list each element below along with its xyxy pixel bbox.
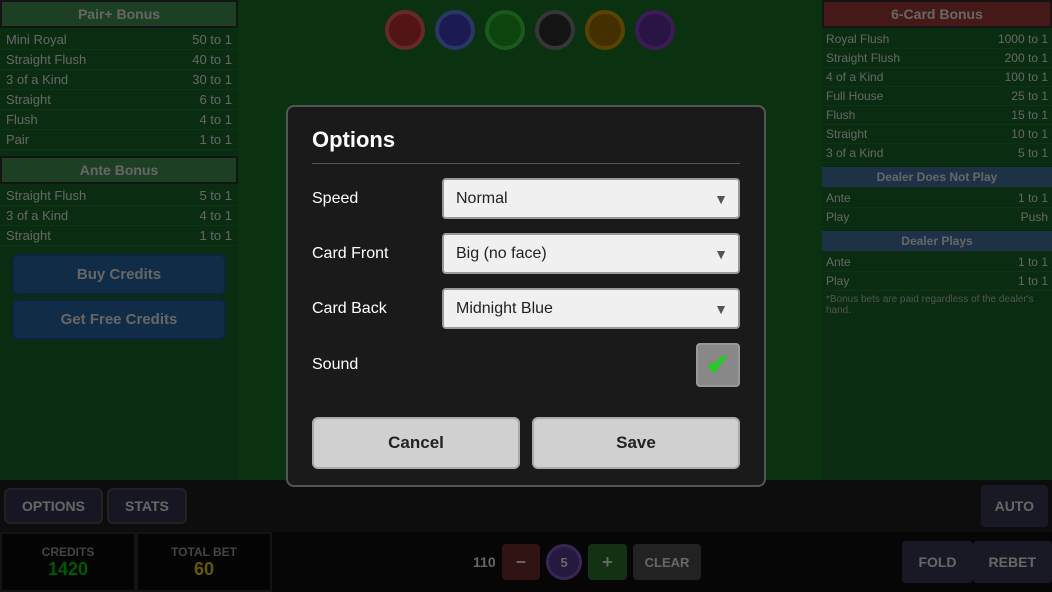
sound-checkbox[interactable]: ✔ [696,343,740,387]
modal-title: Options [312,127,740,164]
card-back-row: Card Back Midnight Blue Red Green ▼ [312,288,740,329]
card-front-row: Card Front Big (no face) Standard Mini ▼ [312,233,740,274]
modal-overlay: Options Speed Slow Normal Fast ▼ Card Fr… [0,0,1052,592]
speed-label: Speed [312,190,442,208]
sound-row: Sound ✔ [312,343,740,387]
card-front-label: Card Front [312,245,442,263]
sound-checkbox-wrapper: ✔ [442,343,740,387]
cancel-button[interactable]: Cancel [312,417,520,469]
save-button[interactable]: Save [532,417,740,469]
speed-select-wrapper: Slow Normal Fast ▼ [442,178,740,219]
speed-row: Speed Slow Normal Fast ▼ [312,178,740,219]
card-front-select-wrapper: Big (no face) Standard Mini ▼ [442,233,740,274]
card-front-select[interactable]: Big (no face) Standard Mini [442,233,740,274]
modal-buttons: Cancel Save [312,407,740,469]
checkmark-icon: ✔ [706,351,729,379]
speed-select[interactable]: Slow Normal Fast [442,178,740,219]
card-back-label: Card Back [312,300,442,318]
sound-label: Sound [312,356,442,374]
card-back-select-wrapper: Midnight Blue Red Green ▼ [442,288,740,329]
card-back-select[interactable]: Midnight Blue Red Green [442,288,740,329]
options-modal: Options Speed Slow Normal Fast ▼ Card Fr… [286,105,766,487]
